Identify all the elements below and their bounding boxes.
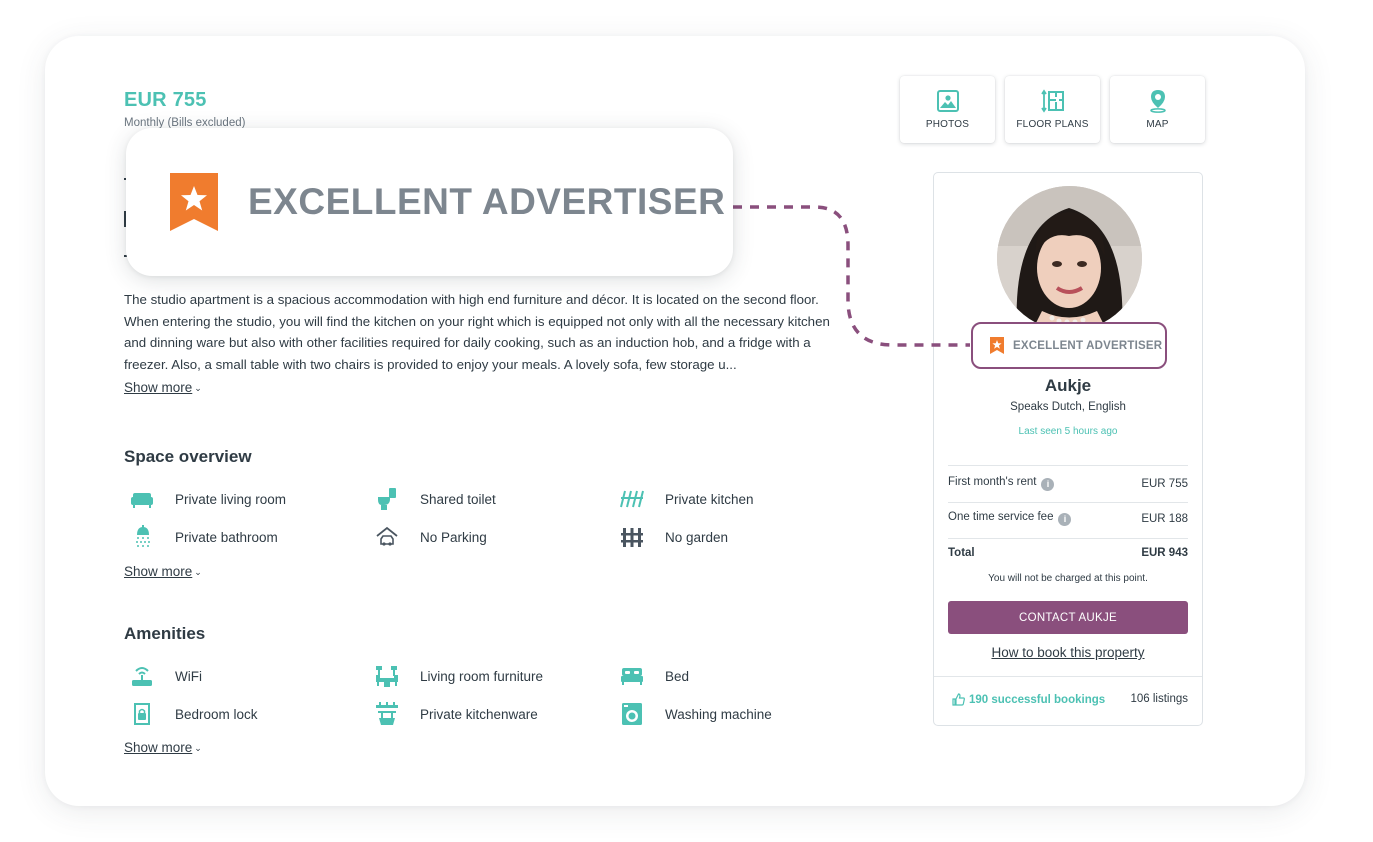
feature-shared-toilet: Shared toilet xyxy=(375,487,496,511)
feature-private-bathroom: Private bathroom xyxy=(130,525,278,549)
washing-machine-icon xyxy=(620,702,644,726)
chevron-down-icon: ⌄ xyxy=(194,743,202,753)
feature-no-garden: No garden xyxy=(620,525,728,549)
charge-note: You will not be charged at this point. xyxy=(988,573,1148,584)
pricing-value: EUR 188 xyxy=(1141,512,1188,525)
contact-host-button[interactable]: CONTACT AUKJE xyxy=(948,601,1188,634)
pricing-value: EUR 943 xyxy=(1141,547,1188,559)
listing-description: The studio apartment is a spacious accom… xyxy=(124,292,830,372)
furniture-icon xyxy=(375,664,399,688)
tab-label: MAP xyxy=(1146,119,1169,130)
badge-label: EXCELLENT ADVERTISER xyxy=(1013,339,1163,352)
tab-photos[interactable]: PHOTOS xyxy=(900,76,995,143)
feature-label: Private kitchen xyxy=(665,491,754,507)
amenities-title: Amenities xyxy=(124,624,206,643)
chevron-down-icon: ⌄ xyxy=(194,383,202,393)
how-to-book-link[interactable]: How to book this property xyxy=(933,645,1203,660)
amenity-label: Bed xyxy=(665,668,690,684)
divider xyxy=(948,538,1188,539)
sofa-icon xyxy=(130,487,154,511)
feature-label: Private living room xyxy=(175,491,287,507)
fence-icon xyxy=(620,525,644,549)
tab-label: FLOOR PLANS xyxy=(1016,119,1089,130)
pricing-row-first-month: First month's rent i EUR 755 xyxy=(948,476,1188,491)
car-garage-icon xyxy=(375,525,399,549)
host-name: Aukje xyxy=(1044,376,1092,395)
shower-icon xyxy=(130,525,154,549)
divider xyxy=(948,465,1188,466)
description-show-more-link[interactable]: Show more ⌄ xyxy=(124,380,202,395)
tab-label: PHOTOS xyxy=(925,119,970,130)
info-icon[interactable]: i xyxy=(1058,513,1072,526)
space-overview-title: Space overview xyxy=(124,447,252,466)
amenity-wifi: WiFi xyxy=(130,664,202,688)
toilet-icon xyxy=(375,487,399,511)
listing-price: EUR 755 xyxy=(124,89,207,111)
amenity-private-kitchenware: Private kitchenware xyxy=(375,702,538,726)
info-icon[interactable]: i xyxy=(1041,478,1055,491)
bookmark-star-icon xyxy=(170,173,218,231)
amenity-label: Washing machine xyxy=(665,706,772,722)
show-more-label: Show more xyxy=(124,380,193,395)
show-more-label: Show more xyxy=(124,740,193,755)
divider xyxy=(948,502,1188,503)
map-pin-icon xyxy=(1149,90,1166,113)
show-more-label: Show more xyxy=(124,564,193,579)
floor-plan-icon xyxy=(1040,89,1064,113)
bed-icon xyxy=(620,664,644,688)
pricing-label: Total xyxy=(948,547,975,559)
feature-private-kitchen: Private kitchen xyxy=(620,487,754,511)
listings-count: 106 listings xyxy=(1130,693,1188,705)
callout-label: EXCELLENT ADVERTISER xyxy=(248,181,726,222)
divider xyxy=(934,676,1202,677)
amenities-show-more-link[interactable]: Show more ⌄ xyxy=(124,740,202,755)
host-languages: Speaks Dutch, English xyxy=(1010,401,1126,413)
thumbs-up-icon xyxy=(952,693,965,706)
amenity-label: WiFi xyxy=(175,668,202,684)
chevron-down-icon: ⌄ xyxy=(194,567,202,577)
photo-icon xyxy=(936,90,959,112)
feature-label: No Parking xyxy=(420,529,487,545)
feature-private-living-room: Private living room xyxy=(130,487,286,511)
amenity-living-room-furniture: Living room furniture xyxy=(375,664,543,688)
pricing-label: First month's rent xyxy=(948,476,1037,488)
space-overview-show-more-link[interactable]: Show more ⌄ xyxy=(124,564,202,579)
feature-label: No garden xyxy=(665,529,729,545)
feature-label: Shared toilet xyxy=(420,491,496,507)
amenity-label: Bedroom lock xyxy=(175,706,258,722)
kitchenware-icon xyxy=(375,702,399,726)
pricing-row-total: Total EUR 943 xyxy=(948,547,1188,559)
bookmark-star-icon xyxy=(990,337,1004,354)
pricing-row-service-fee: One time service fee i EUR 188 xyxy=(948,511,1188,526)
feature-no-parking: No Parking xyxy=(375,525,487,549)
tab-map[interactable]: MAP xyxy=(1110,76,1205,143)
pricing-label: One time service fee xyxy=(948,511,1054,523)
successful-bookings: 190 successful bookings xyxy=(952,693,1105,706)
amenity-bedroom-lock: Bedroom lock xyxy=(130,702,258,726)
feature-label: Private bathroom xyxy=(175,529,278,545)
wifi-router-icon xyxy=(130,664,154,688)
kitchen-icon xyxy=(620,487,644,511)
bookings-label: 190 successful bookings xyxy=(969,693,1106,706)
pricing-value: EUR 755 xyxy=(1141,477,1188,490)
amenity-label: Private kitchenware xyxy=(420,706,538,722)
excellent-advertiser-badge: EXCELLENT ADVERTISER xyxy=(971,322,1167,369)
amenity-bed: Bed xyxy=(620,664,689,688)
host-avatar xyxy=(997,186,1142,331)
lock-door-icon xyxy=(130,702,154,726)
amenity-label: Living room furniture xyxy=(420,668,544,684)
excellent-advertiser-callout: EXCELLENT ADVERTISER xyxy=(126,128,733,276)
tab-floor-plans[interactable]: FLOOR PLANS xyxy=(1005,76,1100,143)
host-stats: 190 successful bookings 106 listings xyxy=(952,693,1188,706)
media-tabs: PHOTOS FLOOR PLANS MAP xyxy=(900,76,1205,143)
host-last-seen: Last seen 5 hours ago xyxy=(1018,426,1118,437)
amenity-washing-machine: Washing machine xyxy=(620,702,772,726)
